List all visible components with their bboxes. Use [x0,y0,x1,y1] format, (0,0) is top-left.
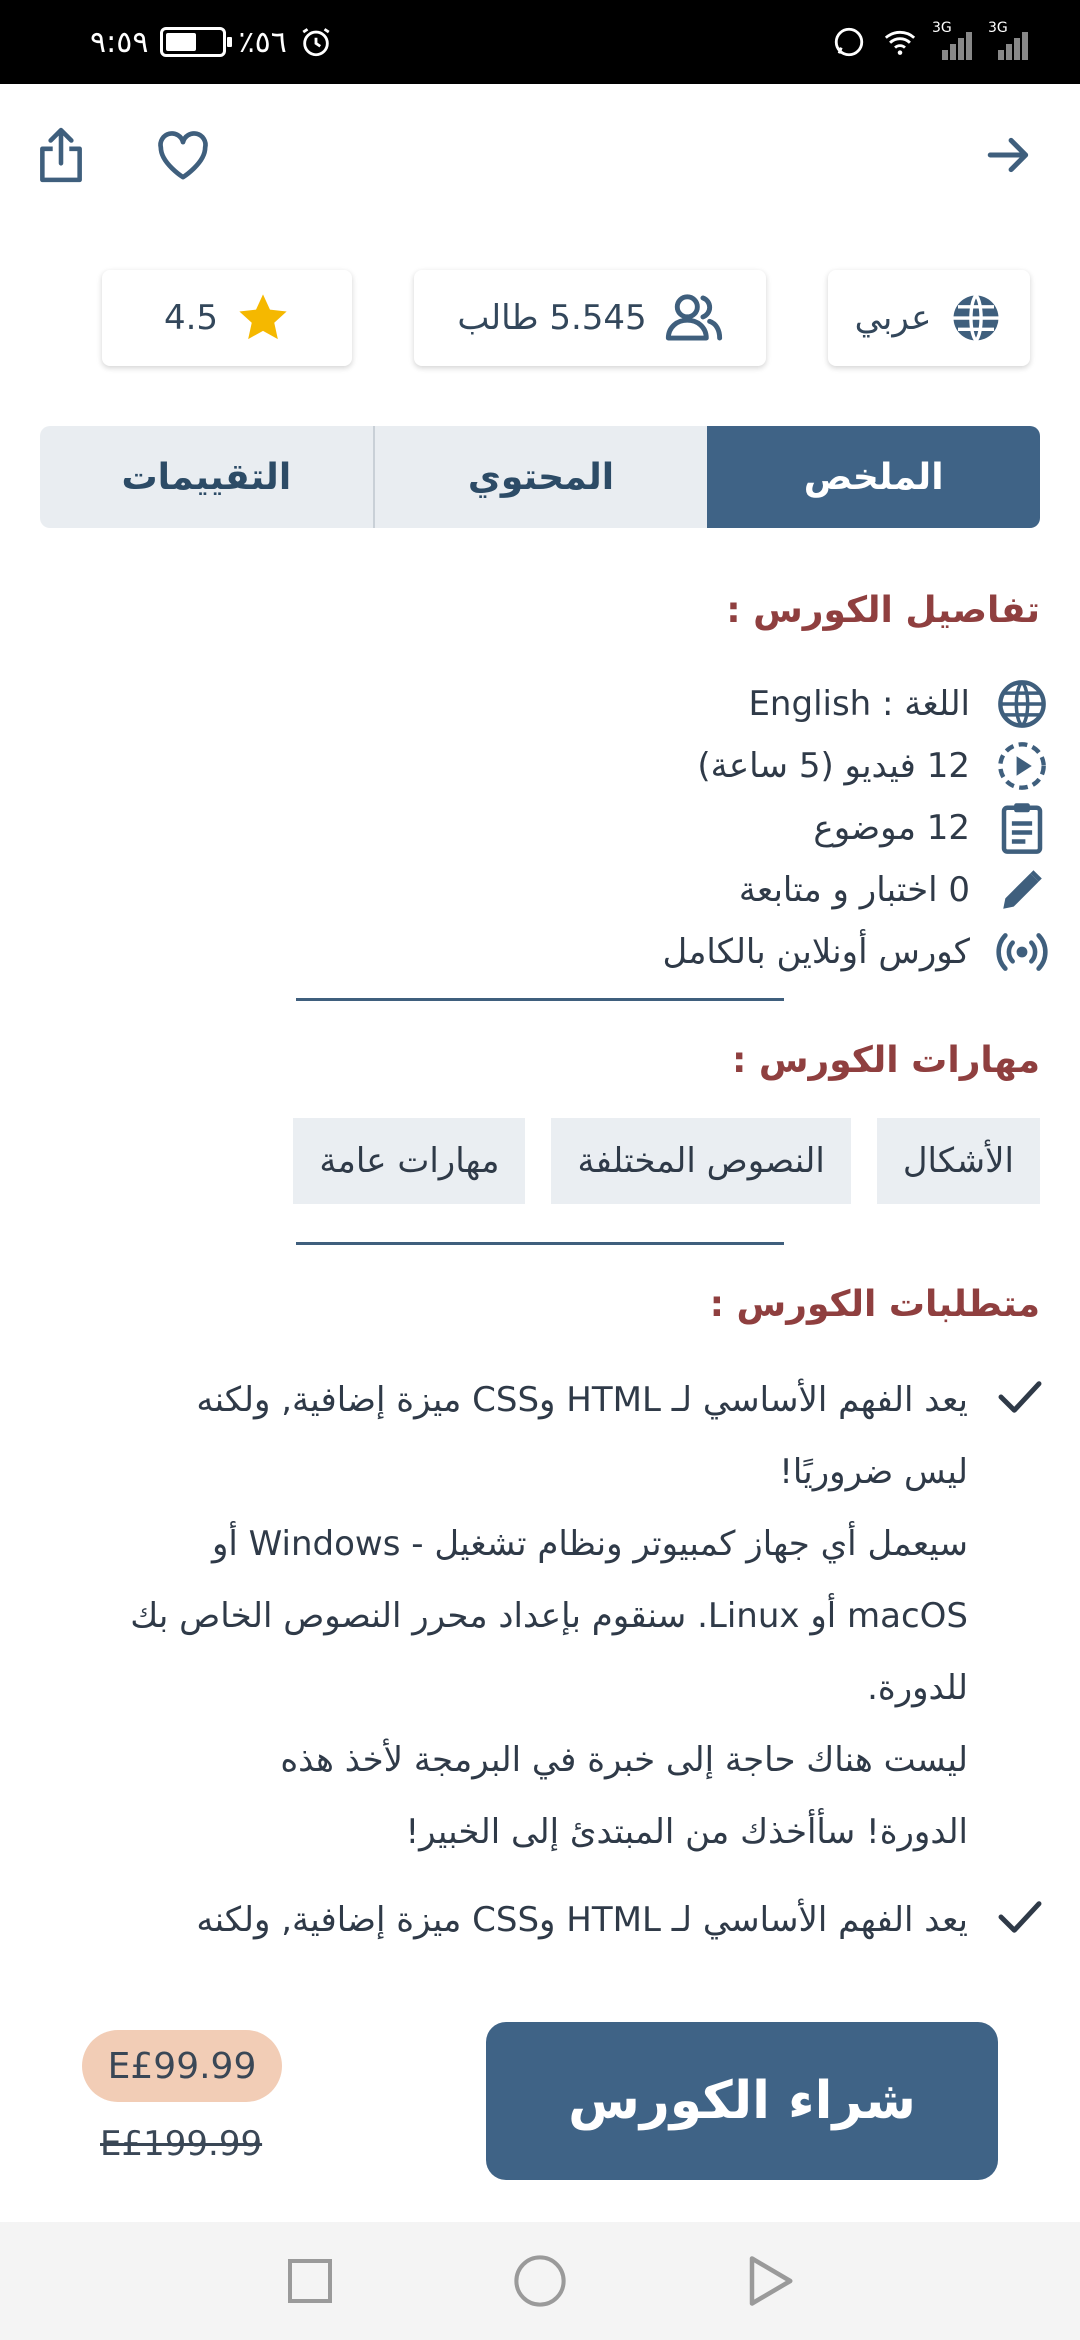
signal-icon-2: 3G [988,20,1030,60]
recents-button[interactable] [277,2248,343,2314]
pencil-icon [1003,870,1042,909]
requirement-line: ليس ضروريًا! [779,1452,968,1492]
rating-value: 4.5 [163,298,219,338]
course-tabs: الملخص المحتوي التقييمات [40,426,1040,528]
share-button[interactable] [16,110,106,200]
battery-level [166,33,197,51]
requirement-item: يعد الفهم الأساسي لـ HTML وCSS ميزة إضاف… [40,1364,1050,1868]
requirement-line: ليست هناك حاجة إلى خبرة في البرمجة لأخذ … [280,1740,968,1780]
detail-language-text: اللغة : English [748,684,970,724]
detail-topics-text: 12 موضوع [813,808,970,848]
globe-icon [998,680,1046,728]
divider [296,1242,784,1245]
wifi-icon [884,30,916,55]
battery-tip [227,37,233,47]
course-requirements-title: متطلبات الكورس : [709,1284,1040,1325]
language-value: عربي [854,298,932,338]
battery-icon [160,27,233,57]
globe-icon [953,294,999,342]
back-nav-button[interactable] [737,2248,803,2314]
broadcast-icon [996,933,1048,971]
tab-content[interactable]: المحتوي [372,426,708,528]
detail-videos: 12 فيديو (5 ساعة) [697,738,1050,794]
whatsapp-icon [834,27,864,57]
status-time: ٩:٥٩ [90,24,149,60]
status-right: 3G 3G [832,20,1030,64]
requirement-text: يعد الفهم الأساسي لـ HTML وCSS ميزة إضاف… [48,1364,968,1868]
divider [296,998,784,1001]
detail-topics: 12 موضوع [813,800,1050,856]
square-icon [288,2259,332,2303]
top-app-bar [0,84,1080,234]
buy-course-button[interactable]: شراء الكورس [486,2022,998,2180]
triangle-icon [749,2256,793,2306]
students-icon [665,294,722,341]
detail-quizzes: 0 اختبار و متابعة [739,862,1050,918]
students-card: 5.545 طالب [414,270,766,366]
language-card: عربي [828,270,1030,366]
purchase-bar: E£99.99 E£199.99 شراء الكورس [0,1986,1080,2222]
play-circle-icon [998,742,1046,790]
check-icon [998,1901,1042,1933]
requirement-line: يعد الفهم الأساسي لـ HTML وCSS ميزة إضاف… [196,1900,968,1940]
course-skills-title: مهارات الكورس : [731,1040,1040,1081]
requirement-text: يعد الفهم الأساسي لـ HTML وCSS ميزة إضاف… [48,1884,968,1956]
rating-card: 4.5 [102,270,352,366]
detail-language: اللغة : English [748,676,1050,732]
back-button[interactable] [964,110,1054,200]
skills-chips: الأشكال النصوص المختلفة مهارات عامة [293,1118,1040,1204]
system-nav-bar [0,2222,1080,2340]
requirement-line: macOS أو Linux. سنقوم بإعداد محرر النصوص… [130,1596,968,1636]
signal-icon-1: 3G [932,20,974,60]
skill-chip[interactable]: مهارات عامة [293,1118,526,1204]
favorite-button[interactable] [138,110,228,200]
detail-online: كورس أونلاين بالكامل [662,924,1050,980]
detail-videos-text: 12 فيديو (5 ساعة) [697,746,970,786]
price-badge: E£99.99 [82,2030,282,2102]
detail-online-text: كورس أونلاين بالكامل [662,932,970,972]
arrow-right-icon [987,137,1029,173]
detail-quizzes-text: 0 اختبار و متابعة [738,870,970,910]
skill-chip[interactable]: النصوص المختلفة [551,1118,851,1204]
requirement-line: للدورة. [867,1668,968,1708]
requirement-item: يعد الفهم الأساسي لـ HTML وCSS ميزة إضاف… [40,1884,1050,1956]
clipboard-icon [1001,803,1043,854]
course-details-title: تفاصيل الكورس : [726,590,1040,631]
check-icon [998,1381,1042,1413]
star-icon [239,294,287,340]
status-left: ٩:٥٩ ٪٥٦ [90,22,333,62]
tab-reviews[interactable]: التقييمات [40,426,373,528]
status-bar: ٩:٥٩ ٪٥٦ 3G 3G [0,0,1080,84]
requirement-line: يعد الفهم الأساسي لـ HTML وCSS ميزة إضاف… [196,1380,968,1420]
students-value: 5.545 طالب [457,298,647,338]
heart-icon [158,131,208,180]
requirement-line: سيعمل أي جهاز كمبيوتر ونظام تشغيل - Wind… [211,1524,968,1564]
battery-text: ٪٥٦ [238,24,287,60]
home-button[interactable] [507,2248,573,2314]
old-price: E£199.99 [100,2124,263,2164]
circle-icon [514,2255,566,2307]
tab-summary[interactable]: الملخص [707,426,1040,528]
share-icon [40,127,82,183]
alarm-icon [302,28,330,57]
skill-chip[interactable]: الأشكال [876,1118,1040,1204]
requirement-line: الدورة! سأأخذك من المبتدئ إلى الخبير! [405,1812,969,1852]
